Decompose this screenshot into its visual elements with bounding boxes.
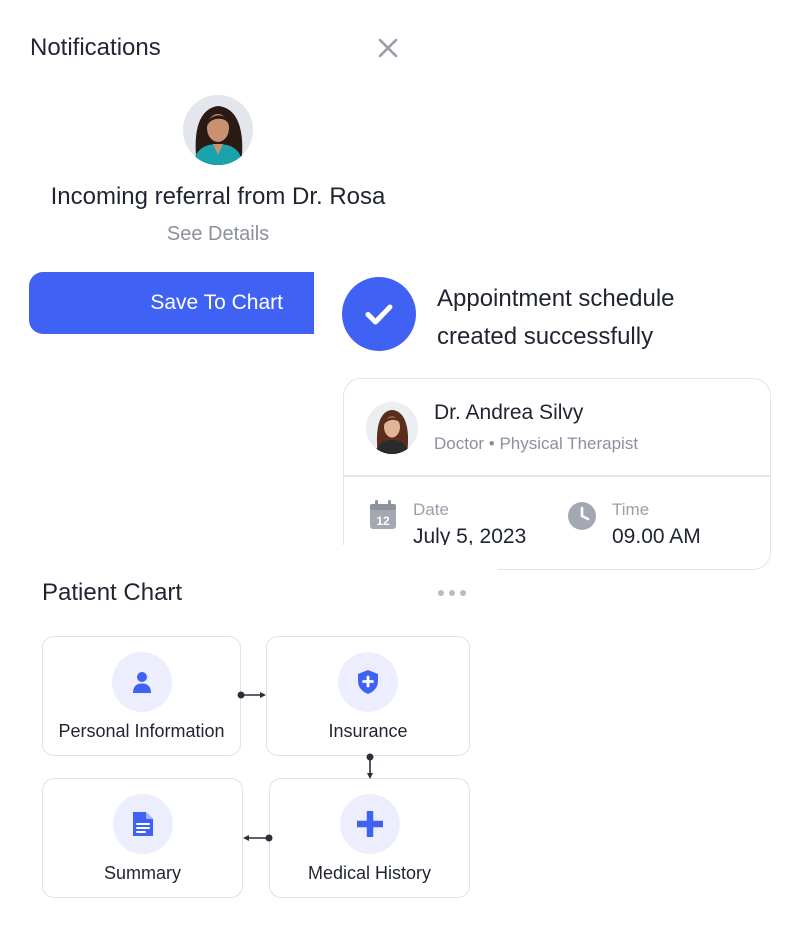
calendar-icon: 12 — [370, 500, 396, 529]
tile-summary[interactable]: Summary — [42, 778, 243, 898]
save-to-chart-label: Save To Chart — [150, 291, 283, 314]
tile-medical-history[interactable]: Medical History — [269, 778, 470, 898]
see-details-link[interactable]: See Details — [0, 223, 436, 246]
date-label: Date — [413, 500, 449, 519]
appointment-message-line2: created successfully — [437, 323, 654, 350]
tile-icon-bg — [338, 652, 398, 712]
plus-icon — [356, 811, 383, 837]
time-value: 09.00 AM — [612, 525, 701, 548]
appointment-message-line1: Appointment schedule — [437, 285, 675, 312]
doctor-name: Dr. Andrea Silvy — [434, 401, 584, 424]
doctor-andrea-portrait — [366, 402, 418, 454]
tile-label: Personal Information — [58, 721, 225, 741]
avatar — [366, 402, 418, 454]
appointment-message: Appointment schedule created successfull… — [437, 280, 777, 356]
patient-chart-title: Patient Chart — [42, 579, 183, 606]
card-divider — [344, 475, 770, 477]
save-to-chart-button[interactable]: Save To Chart — [29, 272, 314, 334]
check-icon — [365, 304, 393, 325]
notifications-title: Notifications — [30, 34, 161, 61]
tile-icon-bg — [111, 652, 172, 712]
tile-label: Insurance — [328, 721, 408, 741]
document-icon — [132, 812, 153, 836]
referral-title: Incoming referral from Dr. Rosa — [50, 183, 386, 210]
tile-icon-bg — [112, 794, 173, 854]
tile-insurance[interactable]: Insurance — [266, 636, 470, 756]
connector-insurance-medical — [366, 753, 374, 779]
tile-label: Medical History — [307, 863, 432, 883]
shield-icon — [358, 670, 378, 694]
success-badge — [342, 277, 416, 351]
close-icon[interactable] — [375, 35, 401, 61]
doctor-role: Doctor • Physical Therapist — [434, 434, 639, 453]
person-icon — [132, 672, 151, 693]
tile-personal-information[interactable]: Personal Information — [42, 636, 241, 756]
calendar-day: 12 — [376, 514, 390, 528]
more-options-icon[interactable] — [437, 588, 467, 598]
tile-label: Summary — [103, 863, 181, 883]
overlap-mask — [330, 545, 498, 585]
time-label: Time — [612, 500, 650, 519]
avatar — [183, 95, 253, 165]
connector-personal-insurance — [237, 691, 266, 699]
tile-icon-bg — [339, 794, 400, 854]
clock-icon — [568, 502, 596, 530]
doctor-rosa-portrait — [183, 95, 253, 165]
appointment-card: Dr. Andrea Silvy Doctor • Physical Thera… — [343, 378, 771, 570]
